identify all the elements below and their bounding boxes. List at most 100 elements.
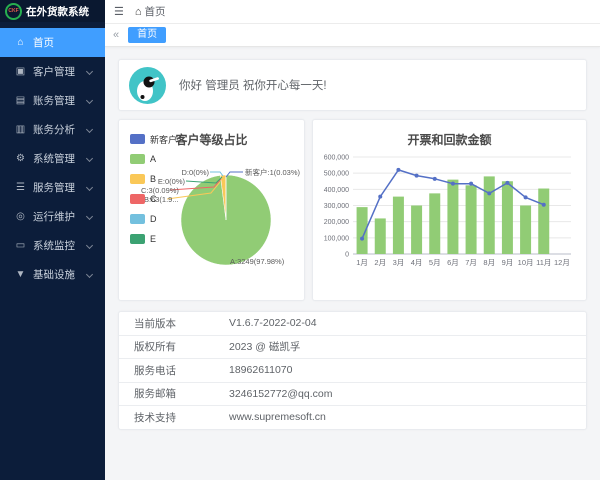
pie-chart-card: 客户等级占比 新客户ABCDE 新客户:1(0.03%)A:3249(97.98… bbox=[118, 119, 305, 301]
legend-swatch bbox=[130, 194, 145, 204]
line-point bbox=[542, 203, 546, 207]
x-tick-label: 5月 bbox=[429, 258, 441, 267]
x-tick-label: 4月 bbox=[411, 258, 423, 267]
x-tick-label: 1月 bbox=[356, 258, 368, 267]
home-icon: ⌂ bbox=[13, 37, 28, 48]
chevron-down-icon bbox=[86, 97, 93, 104]
tab-home[interactable]: 首页 bbox=[128, 27, 166, 43]
operation-icon: ◎ bbox=[13, 211, 28, 222]
info-label: 服务邮箱 bbox=[119, 386, 229, 401]
bar bbox=[538, 189, 549, 254]
legend-label: D bbox=[150, 214, 157, 224]
monitor-chart-icon: ▥ bbox=[13, 124, 28, 135]
sidebar-item-finance[interactable]: ▤账务管理 bbox=[0, 86, 105, 115]
legend-item-B[interactable]: B bbox=[130, 169, 177, 189]
info-value: V1.6.7-2022-02-04 bbox=[229, 317, 586, 329]
line-point bbox=[433, 177, 437, 181]
bar bbox=[429, 193, 440, 254]
bar bbox=[520, 206, 531, 255]
screen-icon: ▭ bbox=[13, 240, 28, 251]
info-row: 服务邮箱3246152772@qq.com bbox=[119, 383, 586, 407]
info-row: 当前版本V1.6.7-2022-02-04 bbox=[119, 312, 586, 336]
line-point bbox=[451, 182, 455, 186]
pie-label-新客户: 新客户:1(0.03%) bbox=[245, 167, 301, 177]
x-tick-label: 6月 bbox=[447, 258, 459, 267]
legend-swatch bbox=[130, 174, 145, 184]
sidebar-item-label: 客户管理 bbox=[33, 64, 75, 79]
charts-row: 客户等级占比 新客户ABCDE 新客户:1(0.03%)A:3249(97.98… bbox=[118, 119, 587, 301]
bar bbox=[502, 181, 513, 254]
sidebar-item-label: 基础设施 bbox=[33, 267, 75, 282]
legend-item-新客户[interactable]: 新客户 bbox=[130, 129, 177, 149]
sidebar-menu: ⌂ 首页 ▣客户管理▤账务管理 ▥ 账务分析 ⚙ 系统管理 ☰ 服务管理 ◎ 运行维护 ▭系统监控 ▼ 基… bbox=[0, 22, 105, 289]
sidebar: CKF 在外货款系统 ⌂ 首页 ▣客户管理▤账务管理 ▥ 账务分析 ⚙ 系统管理 ☰ 服务管理 ◎… bbox=[0, 0, 105, 480]
sidebar-item-label: 运行维护 bbox=[33, 209, 75, 224]
x-tick-label: 9月 bbox=[502, 258, 514, 267]
line-point bbox=[469, 182, 473, 186]
sidebar-item-infrastructure[interactable]: ▼ 基础设施 bbox=[0, 260, 105, 289]
sidebar-item-label: 系统管理 bbox=[33, 151, 75, 166]
line-point bbox=[505, 181, 509, 185]
top-navbar: ☰ ⌂ 首页 bbox=[105, 0, 600, 24]
sidebar-item-system[interactable]: ⚙ 系统管理 bbox=[0, 144, 105, 173]
legend-item-C[interactable]: C bbox=[130, 189, 177, 209]
sidebar-item-maintenance[interactable]: ◎ 运行维护 bbox=[0, 202, 105, 231]
info-value: 2023 @ 磁凯孚 bbox=[229, 339, 586, 354]
chevron-down-icon bbox=[86, 155, 93, 162]
legend-label: 新客户 bbox=[150, 133, 177, 146]
line-point bbox=[487, 191, 491, 195]
bar bbox=[484, 176, 495, 254]
chevron-down-icon bbox=[86, 184, 93, 191]
bar bbox=[393, 197, 404, 254]
y-tick-label: 600,000 bbox=[324, 155, 349, 162]
collapse-left-icon[interactable]: « bbox=[113, 29, 119, 41]
bar bbox=[375, 218, 386, 254]
info-label: 版权所有 bbox=[119, 339, 229, 354]
tags-bar: « 首页 bbox=[105, 24, 600, 47]
bar-line-chart-card: 开票和回款金额 0100,000200,000300,000400,000500… bbox=[312, 119, 587, 301]
sidebar-item-analysis[interactable]: ▥ 账务分析 bbox=[0, 115, 105, 144]
legend-item-E[interactable]: E bbox=[130, 229, 177, 249]
legend-item-D[interactable]: D bbox=[130, 209, 177, 229]
chevron-down-icon bbox=[86, 68, 93, 75]
bar bbox=[447, 180, 458, 254]
y-tick-label: 200,000 bbox=[324, 219, 349, 226]
bar bbox=[411, 206, 422, 255]
info-label: 技术支持 bbox=[119, 410, 229, 425]
breadcrumb[interactable]: ⌂ 首页 bbox=[135, 4, 166, 19]
x-tick-label: 11月 bbox=[536, 258, 551, 267]
server-list-icon: ☰ bbox=[13, 182, 28, 193]
x-tick-label: 2月 bbox=[374, 258, 386, 267]
sidebar-item-monitoring[interactable]: ▭系统监控 bbox=[0, 231, 105, 260]
gear-icon: ⚙ bbox=[13, 153, 28, 164]
sidebar-item-label: 首页 bbox=[33, 35, 54, 50]
chevron-down-icon bbox=[86, 126, 93, 133]
sidebar-item-label: 账务分析 bbox=[33, 122, 75, 137]
y-tick-label: 100,000 bbox=[324, 235, 349, 242]
sidebar-item-customer[interactable]: ▣客户管理 bbox=[0, 57, 105, 86]
pie-legend: 新客户 ABCDE bbox=[130, 129, 177, 249]
app-title: 在外货款系统 bbox=[26, 4, 89, 19]
x-tick-label: 12月 bbox=[554, 258, 570, 267]
info-value: 18962611070 bbox=[229, 364, 586, 376]
legend-item-A[interactable]: A bbox=[130, 149, 177, 169]
y-tick-label: 0 bbox=[345, 252, 349, 259]
home-icon: ⌂ bbox=[135, 6, 142, 18]
sidebar-item-home[interactable]: ⌂ 首页 bbox=[0, 28, 105, 57]
greeting-text: 你好 管理员 祝你开心每一天! bbox=[179, 77, 327, 93]
legend-swatch bbox=[130, 234, 145, 244]
funnel-icon: ▼ bbox=[13, 269, 28, 280]
line-point bbox=[360, 237, 364, 241]
breadcrumb-label: 首页 bbox=[145, 4, 166, 19]
sidebar-item-label: 服务管理 bbox=[33, 180, 75, 195]
line-point bbox=[524, 195, 528, 199]
greeting-card: 你好 管理员 祝你开心每一天! bbox=[118, 59, 587, 111]
y-tick-label: 400,000 bbox=[324, 187, 349, 194]
sidebar-item-service[interactable]: ☰ 服务管理 bbox=[0, 173, 105, 202]
bar-chart-title: 开票和回款金额 bbox=[313, 131, 586, 148]
avatar bbox=[129, 67, 166, 104]
info-label: 当前版本 bbox=[119, 316, 229, 331]
logo[interactable]: CKF 在外货款系统 bbox=[0, 0, 105, 22]
legend-swatch bbox=[130, 154, 145, 164]
hamburger-icon[interactable]: ☰ bbox=[114, 5, 124, 18]
